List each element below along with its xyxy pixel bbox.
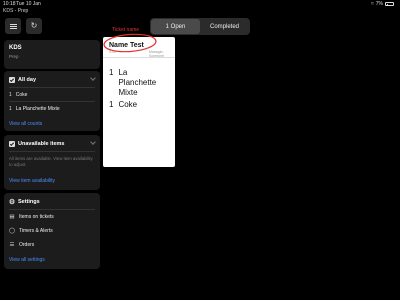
chevron-down-icon[interactable]	[90, 75, 96, 81]
view-all-counts-link[interactable]: View all counts	[9, 121, 42, 127]
view-item-availability-link[interactable]: View item availability	[9, 178, 55, 184]
settings-card: ⚙ Settings ▤ Items on tickets ◯ Timers &…	[4, 193, 100, 269]
divider	[9, 87, 95, 88]
status-time: 10:18	[3, 1, 16, 7]
settings-title: Settings	[18, 199, 40, 205]
hamburger-icon	[9, 23, 17, 29]
ticket-item-name: Coke	[118, 100, 138, 109]
tab-completed[interactable]: Completed	[200, 19, 249, 34]
tab-open[interactable]: 1 Open	[151, 19, 200, 34]
all-day-item: 1 La Planchette Mixte	[9, 106, 60, 112]
settings-item-items-on-tickets[interactable]: ▤ Items on tickets	[9, 214, 53, 220]
settings-item-timers-alerts[interactable]: ◯ Timers & Alerts	[9, 228, 53, 234]
wifi-icon: ≈	[371, 1, 374, 7]
view-all-settings-link[interactable]: View all settings	[9, 257, 45, 263]
kds-subtitle: Prep	[9, 54, 19, 59]
app-subtitle: KDS - Prep	[3, 8, 29, 14]
ticket-item[interactable]: 1 La Planchette Mixte	[109, 68, 158, 98]
battery-icon	[385, 2, 394, 6]
ticket-tabs: 1 Open Completed	[150, 18, 250, 35]
battery-percent: 7%	[375, 1, 383, 7]
ticket-item-qty: 1	[109, 100, 114, 109]
unavailable-description: All items are available. View item avail…	[9, 156, 93, 167]
unavailable-items-card: Unavailable items All items are availabl…	[4, 135, 100, 190]
kds-card[interactable]: KDS Prep	[4, 40, 100, 69]
unavailable-title: Unavailable items	[18, 141, 65, 147]
ticket-item-name: La Planchette Mixte	[118, 68, 157, 97]
unavailable-header[interactable]: Unavailable items	[9, 141, 64, 147]
settings-header: ⚙ Settings	[8, 198, 40, 206]
chevron-down-icon[interactable]	[90, 139, 96, 145]
refresh-button[interactable]: ↻	[26, 18, 42, 34]
annotation-label: Ticket name	[112, 27, 140, 33]
menu-button[interactable]	[5, 18, 21, 34]
ticket-icon: ▤	[9, 214, 15, 220]
status-indicators: ≈ 7%	[371, 1, 394, 7]
all-day-header[interactable]: All day	[9, 77, 36, 83]
checkbox-icon	[9, 141, 15, 147]
status-date: Tue 10 Jan	[16, 1, 41, 7]
divider	[9, 209, 95, 210]
ticket-name: Name Test	[109, 42, 144, 49]
refresh-icon: ↻	[30, 21, 38, 30]
order-ticket[interactable]: Name Test 0:00 Manager, Someone 1 La Pla…	[103, 37, 175, 167]
checkbox-icon	[9, 77, 15, 83]
ticket-item[interactable]: 1 Coke	[109, 100, 158, 110]
ticket-divider	[103, 57, 175, 58]
gear-icon: ⚙	[8, 198, 16, 206]
all-day-title: All day	[18, 77, 37, 83]
divider	[9, 101, 95, 102]
orders-icon: ☰	[9, 242, 15, 248]
ticket-elapsed-time: 0:00	[109, 50, 116, 54]
settings-item-orders[interactable]: ☰ Orders	[9, 242, 35, 248]
all-day-item: 1 Coke	[9, 92, 28, 98]
kds-title: KDS	[9, 45, 22, 51]
status-bar: 10:18 Tue 10 Jan ≈ 7%	[0, 0, 400, 8]
ticket-item-qty: 1	[109, 68, 114, 77]
all-day-card: All day 1 Coke 1 La Planchette Mixte Vie…	[4, 71, 100, 131]
divider	[9, 151, 95, 152]
timer-icon: ◯	[9, 228, 16, 234]
